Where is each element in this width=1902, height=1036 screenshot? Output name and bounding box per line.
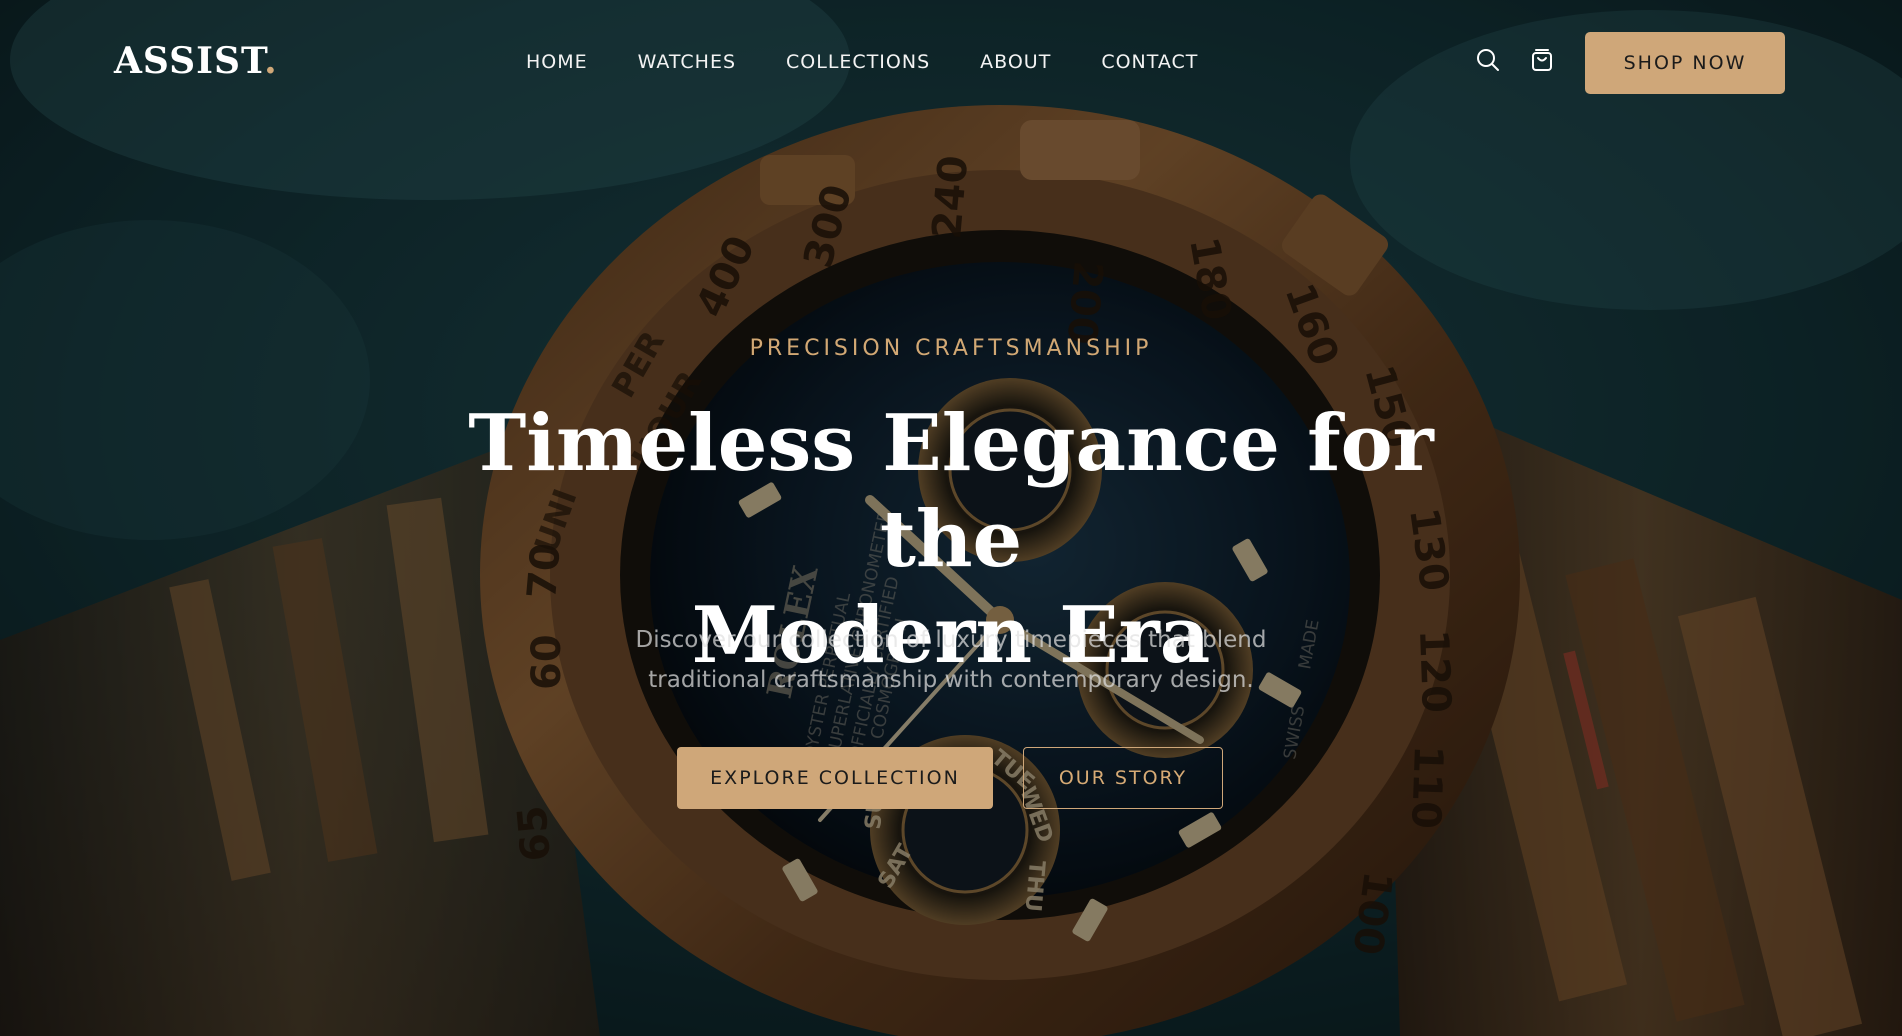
search-button[interactable]: [1474, 46, 1502, 74]
brand-name: ASSIST: [114, 40, 265, 82]
shopping-bag-icon: [1532, 49, 1552, 71]
brand-dot: .: [264, 40, 278, 82]
nav-item-about[interactable]: ABOUT: [980, 51, 1051, 73]
nav-item-contact[interactable]: CONTACT: [1101, 51, 1198, 73]
nav-item-home[interactable]: HOME: [526, 51, 588, 73]
shop-now-button[interactable]: SHOP NOW: [1585, 32, 1785, 94]
hero-eyebrow: PRECISION CRAFTSMANSHIP: [749, 336, 1153, 361]
site-header: ASSIST. HOME WATCHES COLLECTIONS ABOUT C…: [0, 0, 1902, 126]
main-nav: HOME WATCHES COLLECTIONS ABOUT CONTACT: [526, 51, 1198, 73]
nav-item-collections[interactable]: COLLECTIONS: [786, 51, 930, 73]
explore-collection-button[interactable]: EXPLORE COLLECTION: [677, 747, 993, 809]
brand-logo[interactable]: ASSIST.: [114, 40, 278, 82]
nav-item-watches[interactable]: WATCHES: [638, 51, 736, 73]
hero-subtext-line-2: traditional craftsmanship with contempor…: [648, 667, 1254, 693]
hero-subtext: Discover our collection of luxury timepi…: [601, 620, 1301, 700]
cart-button[interactable]: [1528, 46, 1556, 74]
search-icon: [1477, 49, 1499, 71]
hero-headline-line-1: Timeless Elegance for the: [468, 398, 1434, 585]
hero-subtext-line-1: Discover our collection of luxury timepi…: [635, 627, 1267, 653]
our-story-button[interactable]: OUR STORY: [1023, 747, 1223, 809]
